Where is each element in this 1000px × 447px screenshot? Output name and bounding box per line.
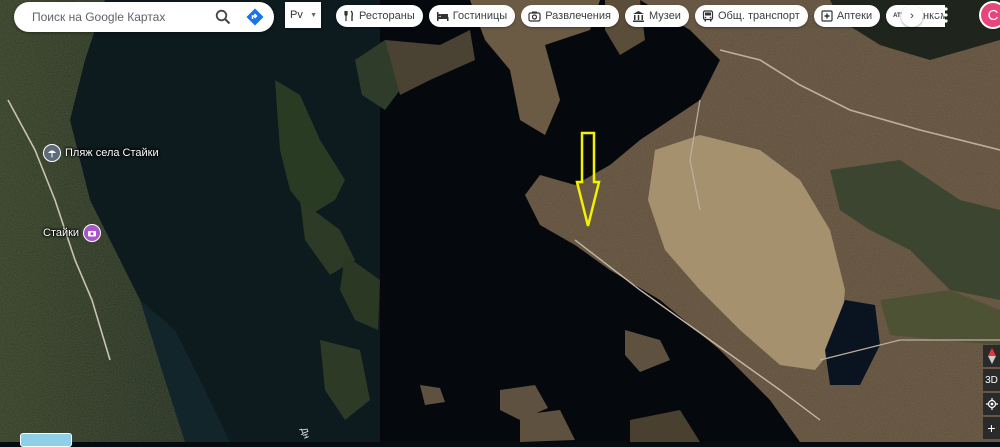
satellite-map[interactable]	[0, 0, 1000, 442]
restaurant-icon	[343, 10, 355, 22]
directions-icon[interactable]	[242, 4, 268, 30]
layers-thumbnail[interactable]	[20, 433, 72, 447]
chip-pharmacies[interactable]: Аптеки	[813, 5, 881, 27]
chip-label: Рестораны	[359, 10, 415, 22]
camera-icon	[528, 10, 541, 22]
chip-label: Гостиницы	[452, 10, 508, 22]
place-label: Стайки	[43, 227, 80, 239]
chip-transit[interactable]: Общ. транспорт	[694, 5, 808, 27]
3d-toggle-button[interactable]: 3D	[983, 369, 1000, 391]
search-input[interactable]: Поиск на Google Картах	[32, 10, 210, 24]
chevron-down-icon: ▼	[310, 11, 317, 19]
place-marker-stayki[interactable]: Стайки	[43, 224, 102, 242]
chip-museums[interactable]: Музеи	[624, 5, 689, 27]
chips-scroll-right-button[interactable]: ›	[901, 5, 923, 27]
zoom-in-button[interactable]: +	[983, 417, 1000, 439]
pharmacy-icon	[821, 10, 833, 22]
avatar-letter: С	[987, 6, 999, 24]
compass-button[interactable]	[983, 345, 1000, 367]
hotel-icon	[436, 10, 449, 22]
my-location-icon	[985, 398, 998, 410]
language-label: Рv	[290, 9, 303, 21]
chip-entertainment[interactable]: Развлечения	[521, 5, 619, 27]
search-box[interactable]: Поиск на Google Картах	[14, 2, 274, 32]
place-label: Пляж села Стайки	[65, 147, 159, 159]
museum-icon	[632, 10, 645, 22]
apps-grid-icon[interactable]	[931, 6, 949, 24]
map-controls: 3D +	[983, 345, 1000, 441]
beach-icon	[43, 144, 61, 162]
avatar[interactable]: С	[979, 1, 1000, 29]
chip-restaurants[interactable]: Рестораны	[336, 5, 423, 27]
chip-label: Музеи	[648, 10, 681, 22]
my-location-button[interactable]	[983, 393, 1000, 415]
chip-label: Аптеки	[836, 10, 873, 22]
language-selector[interactable]: Рv ▼	[285, 2, 321, 28]
compass-icon	[987, 348, 996, 364]
search-icon[interactable]	[210, 4, 236, 30]
place-marker-beach[interactable]: Пляж села Стайки	[43, 144, 159, 162]
chip-label: Развлечения	[545, 10, 611, 22]
chip-label: Общ. транспорт	[717, 10, 800, 22]
bus-icon	[702, 10, 714, 22]
chevron-right-icon: ›	[910, 10, 914, 22]
camera-icon	[83, 224, 102, 242]
chip-hotels[interactable]: Гостиницы	[428, 5, 516, 27]
category-chips: Рестораны Гостиницы Развлечения Музеи Об…	[336, 5, 946, 27]
